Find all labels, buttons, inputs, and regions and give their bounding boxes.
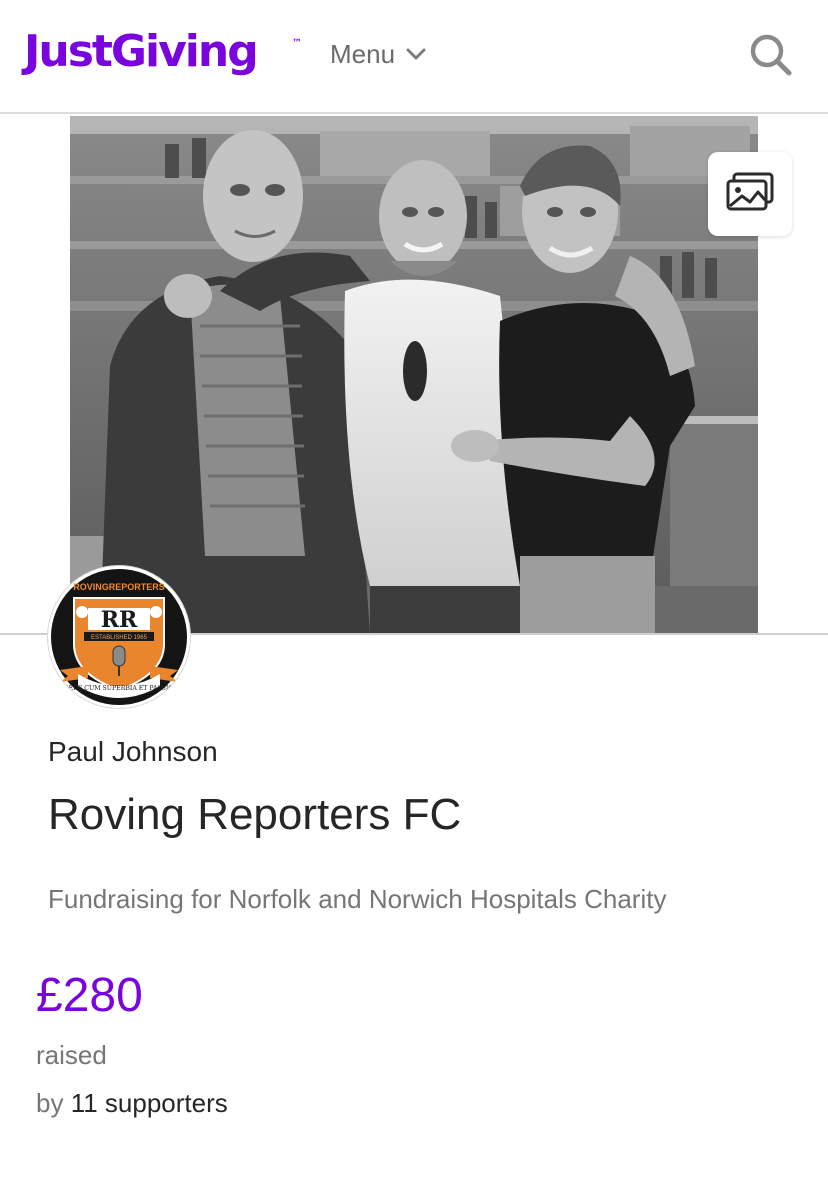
page-title: Roving Reporters FC [48, 790, 462, 839]
organiser-name[interactable]: Paul Johnson [48, 736, 218, 768]
supporters-count[interactable]: by 11 supporters [36, 1088, 228, 1119]
menu-button[interactable]: Menu [330, 36, 427, 72]
badge-established: ESTABLISHED 1965 [91, 635, 148, 641]
team-badge-avatar[interactable]: ROVINGREPORTERS RR ESTABLISHED 1965 LUDE… [48, 566, 190, 708]
roving-reporters-badge: ROVINGREPORTERS RR ESTABLISHED 1965 LUDE… [51, 569, 187, 705]
trademark-symbol: ™ [292, 38, 302, 49]
justgiving-logo[interactable]: JustGiving [24, 22, 259, 82]
site-header: JustGiving ™ Menu [0, 0, 828, 114]
menu-label: Menu [330, 38, 396, 69]
badge-motto: LUDERE CUM SUPERBIA ET PASSIONE [55, 685, 184, 692]
image-gallery-button[interactable] [708, 152, 792, 236]
photo-illustration [70, 116, 758, 634]
image-gallery-icon [726, 172, 774, 217]
raised-label: raised [36, 1040, 107, 1070]
amount-raised: £280 [36, 969, 143, 1022]
badge-top-text: ROVINGREPORTERS [73, 582, 165, 592]
by-label: by [36, 1088, 64, 1118]
charity-line[interactable]: Fundraising for Norfolk and Norwich Hosp… [48, 884, 666, 915]
badge-initials: RR [101, 607, 138, 633]
campaign-photo[interactable] [70, 116, 758, 634]
search-icon[interactable] [748, 32, 794, 78]
chevron-down-icon [405, 47, 427, 61]
supporters-value: 11 supporters [70, 1088, 228, 1118]
